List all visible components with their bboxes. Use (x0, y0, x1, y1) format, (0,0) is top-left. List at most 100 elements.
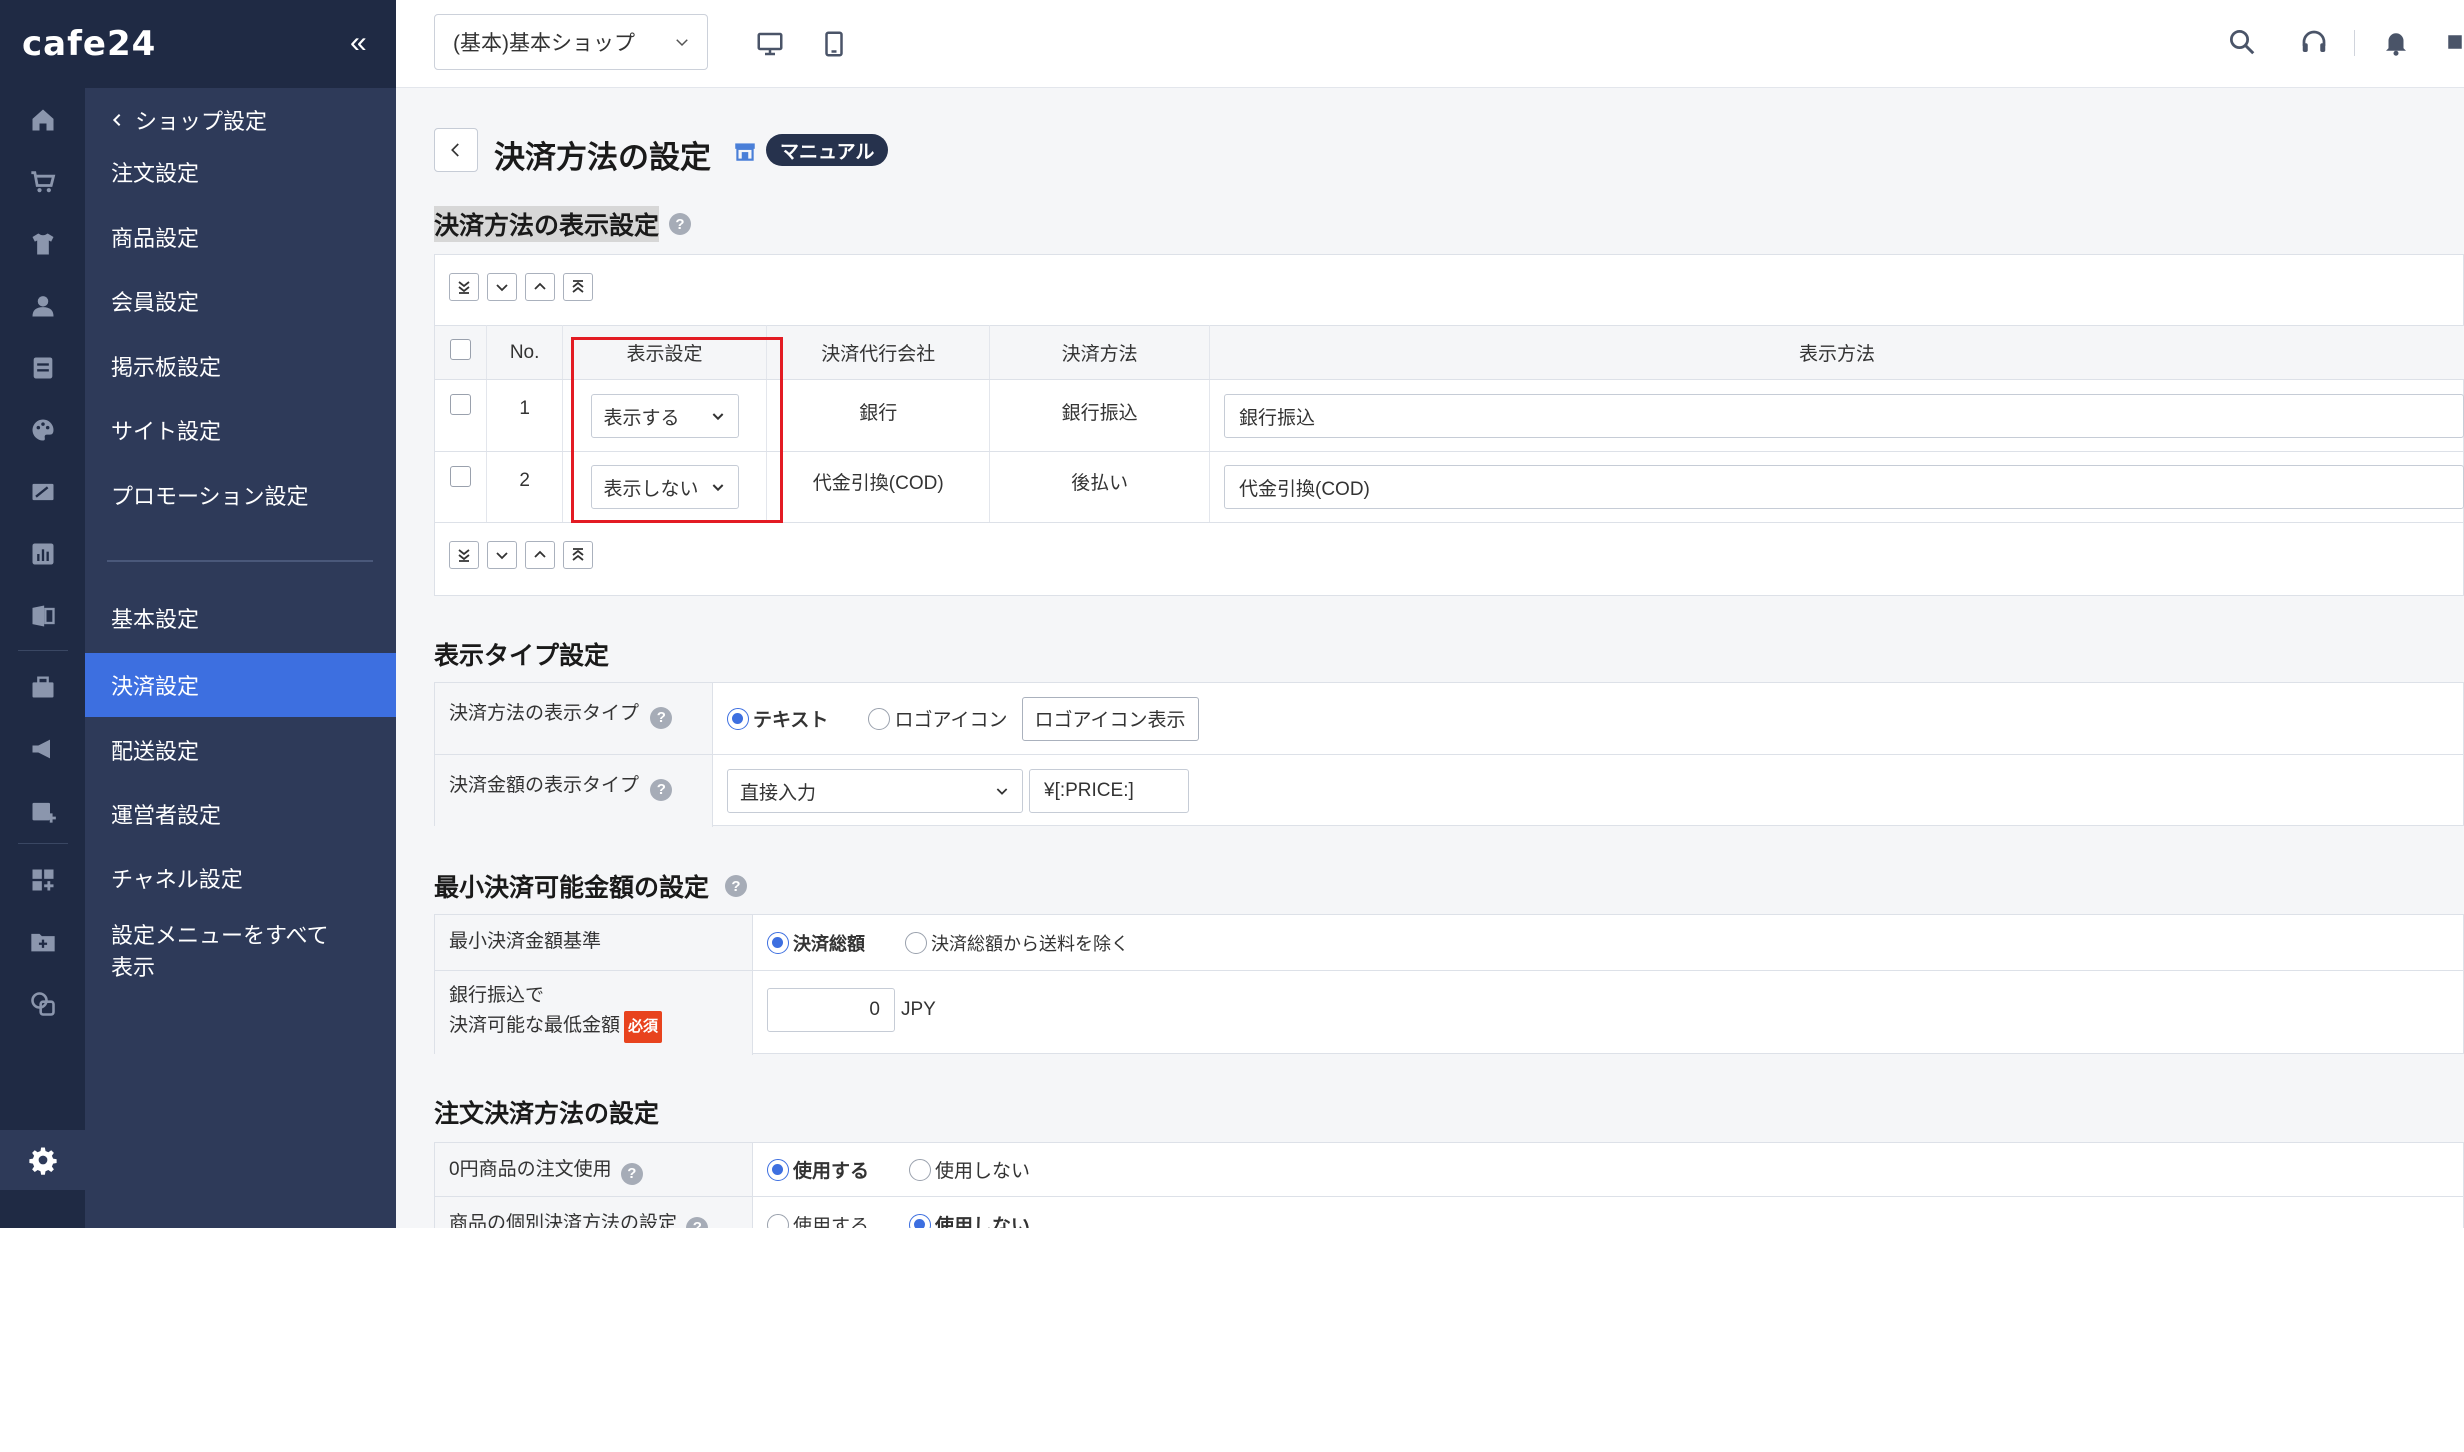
sidebar-item-site-settings[interactable]: サイト設定 (85, 398, 396, 462)
section-title-text: 表示タイプ設定 (434, 642, 610, 670)
search-icon[interactable] (2220, 20, 2264, 64)
move-bottom-button[interactable] (449, 541, 479, 569)
shop-select[interactable]: (基本)基本ショップ (434, 14, 708, 70)
select-all-checkbox[interactable] (450, 339, 472, 360)
form-label: 0円商品の注文使用 ? (435, 1143, 753, 1196)
display-setting-select[interactable]: 表示する (590, 394, 739, 438)
megaphone-icon[interactable] (0, 727, 85, 771)
chevron-down-icon (712, 484, 723, 492)
bell-icon[interactable] (2374, 20, 2418, 64)
display-name-input[interactable]: 代金引換(COD) (1224, 465, 2464, 509)
move-top-button[interactable] (563, 273, 593, 301)
chevron-down-icon (712, 413, 723, 421)
header-no: No. (486, 325, 563, 380)
row-checkbox[interactable] (450, 394, 472, 415)
radio-not-use[interactable]: 使用しない (909, 1211, 1030, 1228)
help-icon[interactable]: ? (650, 707, 673, 729)
settings-gear-icon[interactable] (0, 1130, 85, 1190)
move-top-button[interactable] (563, 541, 593, 569)
header-payment-method: 決済方法 (989, 325, 1210, 380)
min-amount-input[interactable]: 0 (767, 988, 895, 1032)
display-setting-value: 表示する (603, 407, 680, 429)
sidebar-item-all-settings[interactable]: 設定メニューをすべて表示 (85, 914, 345, 994)
move-down-button[interactable] (487, 541, 517, 569)
sidebar-item-board-settings[interactable]: 掲示板設定 (85, 334, 396, 398)
radio-logo-icon[interactable]: ロゴアイコン (868, 705, 1008, 732)
menu-grid-icon[interactable] (2434, 20, 2464, 64)
row-checkbox[interactable] (450, 466, 472, 487)
cafe24-logo[interactable]: cafe24 (22, 24, 156, 64)
shop-settings-back-link[interactable]: ショップ設定 (109, 104, 267, 136)
sidebar-item-member-settings[interactable]: 会員設定 (85, 269, 396, 333)
row-display-cell: 表示する (562, 379, 768, 452)
display-name-input[interactable]: 銀行振込 (1224, 394, 2464, 438)
price-format-input[interactable]: ¥[:PRICE:] (1029, 769, 1189, 813)
cart-icon[interactable] (0, 160, 85, 204)
section-title-min-amount: 最小決済可能金額の設定 ? (434, 868, 748, 904)
back-button[interactable] (434, 128, 478, 172)
move-up-button[interactable] (525, 273, 555, 301)
section-title-display-settings: 決済方法の表示設定 ? (434, 206, 692, 242)
radio-payment-total[interactable]: 決済総額 (767, 930, 865, 956)
apps-icon[interactable] (0, 858, 85, 902)
move-up-button[interactable] (525, 541, 555, 569)
store-add-icon[interactable] (0, 789, 85, 833)
desktop-view-icon[interactable] (748, 22, 792, 66)
radio-excluding-shipping[interactable]: 決済総額から送料を除く (905, 930, 1129, 956)
form-value: 直接入力 ¥[:PRICE:] (727, 755, 1189, 827)
radio-text[interactable]: テキスト (727, 705, 828, 732)
label-text: 商品の個別決済方法の設定 (449, 1213, 678, 1228)
radio-dot (909, 1158, 932, 1181)
amount-display-type-select[interactable]: 直接入力 (727, 769, 1023, 813)
help-icon[interactable]: ? (669, 213, 692, 235)
board-icon[interactable] (0, 346, 85, 390)
tshirt-icon[interactable] (0, 222, 85, 266)
help-icon[interactable]: ? (650, 779, 673, 801)
form-value: テキスト ロゴアイコン ロゴアイコン表示 (727, 683, 1199, 754)
display-setting-select[interactable]: 表示しない (590, 465, 739, 509)
sidebar-item-basic-settings[interactable]: 基本設定 (85, 586, 396, 650)
double-chevron-down-icon (458, 549, 470, 562)
form-label: 銀行振込で 決済可能な最低金額 必須 (435, 971, 753, 1055)
folder-add-icon[interactable] (0, 920, 85, 964)
radio-not-use[interactable]: 使用しない (909, 1156, 1030, 1183)
sidebar-divider (107, 560, 373, 562)
radio-label: ロゴアイコン (894, 710, 1008, 731)
sidebar-item-channel-settings[interactable]: チャネル設定 (85, 846, 396, 910)
chevron-down-icon (496, 284, 508, 292)
shop-box-icon[interactable] (0, 665, 85, 709)
tablet-view-icon[interactable] (812, 22, 856, 66)
promotion-icon[interactable] (0, 470, 85, 514)
radio-use[interactable]: 使用する (767, 1211, 869, 1228)
form-label: 決済方法の表示タイプ ? (435, 683, 713, 754)
sidebar-item-operator-settings[interactable]: 運営者設定 (85, 782, 396, 846)
manual-badge[interactable]: マニュアル (766, 134, 889, 166)
row-method: 銀行振込 (989, 379, 1210, 452)
table-row: 1 表示する 銀行 銀行振込 銀行振込 (435, 379, 2464, 452)
sidebar-item-payment-settings[interactable]: 決済設定 (85, 653, 396, 717)
radio-use[interactable]: 使用する (767, 1156, 869, 1183)
copy-icon[interactable] (0, 982, 85, 1026)
move-bottom-button[interactable] (449, 273, 479, 301)
sidebar-item-promotion-settings[interactable]: プロモーション設定 (85, 463, 396, 527)
sidebar-item-order-settings[interactable]: 注文設定 (85, 140, 396, 204)
help-icon[interactable]: ? (620, 1163, 643, 1185)
sidebar-item-product-settings[interactable]: 商品設定 (85, 205, 396, 269)
home-icon[interactable] (0, 98, 85, 142)
required-badge: 必須 (624, 1011, 663, 1043)
logo-icon-display-button[interactable]: ロゴアイコン表示 (1021, 696, 1199, 741)
excel-icon[interactable] (0, 594, 85, 638)
chevron-left-icon (112, 113, 121, 127)
form-row: 最小決済金額基準 決済総額 決済総額から送料を除く (435, 915, 2464, 971)
move-down-button[interactable] (487, 273, 517, 301)
headset-icon[interactable] (2292, 20, 2336, 64)
help-icon[interactable]: ? (686, 1217, 709, 1228)
collapse-menu-icon[interactable]: « (350, 26, 367, 60)
statistics-icon[interactable] (0, 532, 85, 576)
help-icon[interactable]: ? (725, 875, 748, 897)
palette-icon[interactable] (0, 408, 85, 452)
sidebar-item-shipping-settings[interactable]: 配送設定 (85, 718, 396, 782)
form-value: 使用する 使用しない (767, 1197, 1030, 1228)
form-label: 最小決済金額基準 (435, 915, 753, 970)
user-icon[interactable] (0, 284, 85, 328)
